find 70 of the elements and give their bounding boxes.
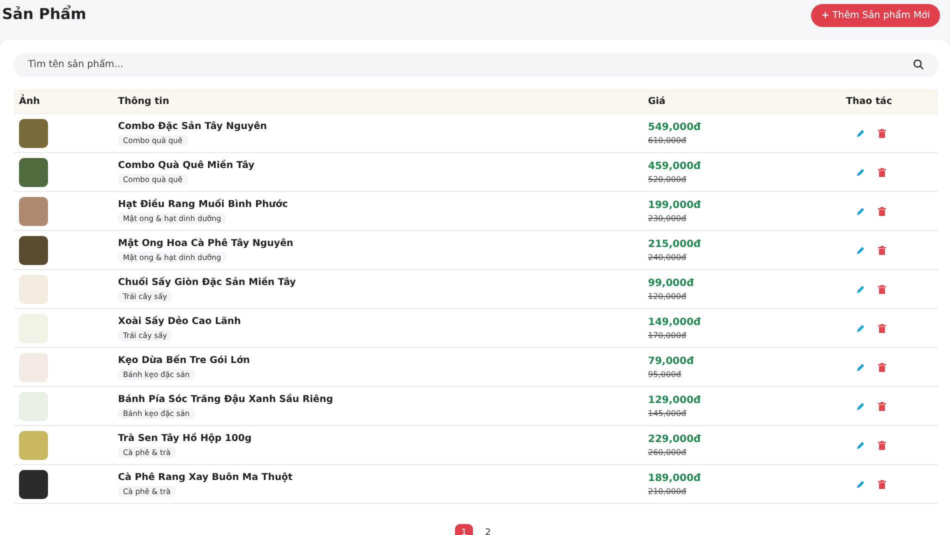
- product-name: Combo Đặc Sản Tây Nguyên: [118, 120, 267, 132]
- photo-placeholder: [19, 158, 48, 186]
- edit-icon[interactable]: [856, 168, 865, 176]
- product-name: Cà Phê Rang Xay Buôn Ma Thuột: [118, 472, 293, 482]
- edit-icon[interactable]: [856, 128, 865, 138]
- photo-placeholder: [19, 392, 48, 420]
- sale-price: 215,000đ: [648, 238, 701, 250]
- edit-icon[interactable]: [856, 246, 865, 254]
- product-name: Xoài Sấy Dẻo Cao Lãnh: [118, 316, 241, 326]
- edit-icon[interactable]: [856, 480, 865, 488]
- edit-icon[interactable]: [856, 284, 865, 294]
- delete-icon[interactable]: [878, 480, 886, 488]
- add-product-button[interactable]: + Thêm Sản phẩm Mới: [811, 4, 940, 26]
- page-title: Sản Phẩm: [2, 5, 86, 23]
- photo-placeholder: [19, 196, 48, 226]
- photo-placeholder: [19, 118, 48, 148]
- sale-price: 79,000đ: [648, 356, 694, 366]
- product-name: Mật Ong Hoa Cà Phê Tây Nguyên: [118, 238, 294, 248]
- edit-icon[interactable]: [856, 206, 865, 216]
- photo-placeholder: [19, 236, 48, 264]
- delete-icon[interactable]: [878, 246, 886, 254]
- sale-price: 229,000đ: [648, 434, 701, 444]
- product-name: Bánh Pía Sóc Trăng Đậu Xanh Sầu Riêng: [118, 394, 334, 404]
- original-price: 610,000đ: [648, 136, 686, 144]
- original-price: 260,000đ: [648, 448, 686, 456]
- original-price: 230,000đ: [648, 214, 686, 222]
- original-price: 240,000đ: [648, 252, 686, 262]
- delete-icon[interactable]: [878, 284, 886, 294]
- photo-placeholder: [19, 314, 48, 342]
- original-price: 520,000đ: [648, 174, 686, 184]
- search-field[interactable]: Tìm tên sản phẩm...: [14, 53, 938, 75]
- sale-price: 459,000đ: [648, 160, 701, 172]
- original-price: 210,000đ: [648, 486, 686, 496]
- delete-icon[interactable]: [878, 168, 886, 176]
- edit-icon[interactable]: [856, 324, 865, 332]
- page-button[interactable]: 1: [455, 524, 473, 535]
- product-name: Combo Quà Quê Miền Tây: [118, 160, 254, 170]
- sale-price: 129,000đ: [648, 394, 701, 406]
- product-name: Chuối Sấy Giòn Đặc Sản Miền Tây: [118, 276, 296, 288]
- edit-icon[interactable]: [856, 402, 865, 410]
- original-price: 95,000đ: [648, 370, 682, 378]
- delete-icon[interactable]: [878, 128, 886, 138]
- photo-placeholder: [19, 352, 48, 382]
- delete-icon[interactable]: [878, 362, 886, 372]
- edit-icon[interactable]: [856, 440, 865, 450]
- column-header: Thao tác: [845, 96, 894, 106]
- delete-icon[interactable]: [878, 402, 886, 410]
- sale-price: 99,000đ: [648, 278, 694, 288]
- original-price: 120,000đ: [648, 292, 686, 300]
- page-button[interactable]: 2: [479, 524, 497, 535]
- photo-placeholder: [19, 470, 48, 498]
- column-header: Ảnh: [18, 96, 41, 106]
- edit-icon[interactable]: [856, 362, 865, 372]
- sale-price: 199,000đ: [648, 200, 701, 210]
- original-price: 145,000đ: [648, 408, 686, 418]
- sale-price: 189,000đ: [648, 472, 701, 484]
- sale-price: 549,000đ: [648, 122, 701, 132]
- photo-placeholder: [19, 430, 48, 460]
- product-name: Hạt Điều Rang Muối Bình Phước: [118, 198, 288, 210]
- sale-price: 149,000đ: [648, 316, 701, 328]
- delete-icon[interactable]: [878, 324, 886, 332]
- product-name: Kẹo Dừa Bến Tre Gói Lớn: [118, 354, 250, 366]
- column-header: Thông tin: [118, 96, 170, 106]
- column-header: Giá: [648, 96, 666, 106]
- delete-icon[interactable]: [878, 440, 886, 450]
- search-icon: [913, 59, 924, 70]
- photo-placeholder: [19, 274, 48, 304]
- product-name: Trà Sen Tây Hồ Hộp 100g: [118, 432, 252, 444]
- delete-icon[interactable]: [878, 206, 886, 216]
- original-price: 170,000đ: [648, 330, 686, 340]
